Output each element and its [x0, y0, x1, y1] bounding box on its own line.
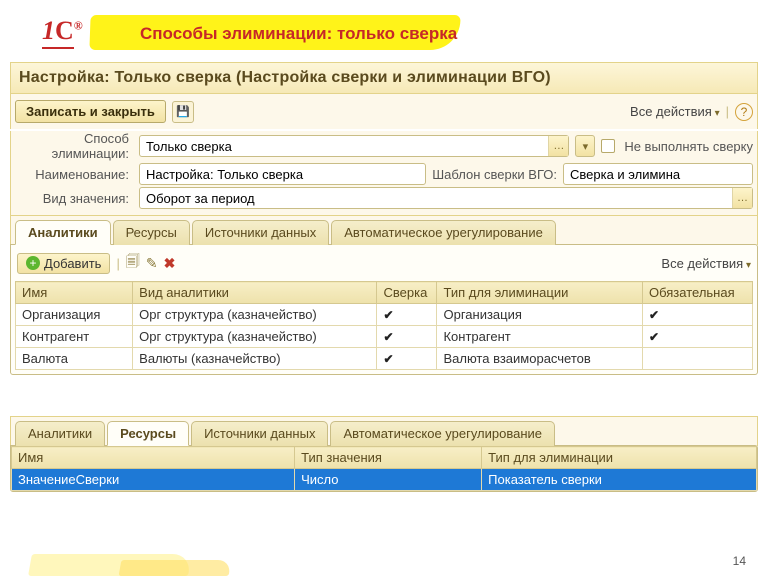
no-reconcile-label: Не выполнять сверку: [624, 139, 753, 154]
elim-method-select-button[interactable]: …: [548, 136, 568, 156]
tab-auto-settlement[interactable]: Автоматическое урегулирование: [331, 220, 556, 245]
analytics-table: Имя Вид аналитики Сверка Тип для элимина…: [15, 281, 753, 370]
tab-analytics[interactable]: Аналитики: [15, 220, 111, 245]
col-analytics-kind[interactable]: Вид аналитики: [133, 282, 377, 304]
resources-table: Имя Тип значения Тип для элиминации Знач…: [11, 446, 757, 491]
help-button[interactable]: ?: [735, 103, 753, 121]
table-row-selected[interactable]: ЗначениеСверки Число Показатель сверки: [12, 469, 757, 491]
clear-icon[interactable]: ▾: [575, 135, 595, 157]
col2-value-type[interactable]: Тип значения: [295, 447, 482, 469]
add-button[interactable]: + Добавить: [17, 253, 110, 274]
tab2-resources[interactable]: Ресурсы: [107, 421, 189, 446]
table-row[interactable]: Валюта Валюты (казначейство) ✔ Валюта вз…: [16, 348, 753, 370]
value-kind-select-button[interactable]: …: [732, 188, 752, 208]
col-required[interactable]: Обязательная: [643, 282, 753, 304]
tab2-data-sources[interactable]: Источники данных: [191, 421, 328, 446]
no-reconcile-checkbox[interactable]: [601, 139, 615, 153]
tab-data-sources[interactable]: Источники данных: [192, 220, 329, 245]
all-actions-dropdown[interactable]: Все действия: [630, 104, 720, 119]
tab-resources[interactable]: Ресурсы: [113, 220, 190, 245]
slide-title: Способы элиминации: только сверка: [140, 24, 457, 44]
page-number: 14: [733, 554, 746, 568]
template-label: Шаблон сверки ВГО:: [432, 167, 557, 182]
tab2-auto-settlement[interactable]: Автоматическое урегулирование: [330, 421, 555, 446]
col-name[interactable]: Имя: [16, 282, 133, 304]
value-kind-label: Вид значения:: [15, 191, 133, 206]
table-row[interactable]: Контрагент Орг структура (казначейство) …: [16, 326, 753, 348]
template-input[interactable]: [564, 165, 752, 184]
delete-icon[interactable]: ✖: [164, 255, 176, 272]
elim-method-label: Способ элиминации:: [15, 131, 133, 161]
save-icon-button[interactable]: 💾: [172, 101, 194, 123]
col-type-elim[interactable]: Тип для элиминации: [437, 282, 643, 304]
edit-icon[interactable]: ✎: [146, 255, 158, 272]
save-and-close-button[interactable]: Записать и закрыть: [15, 100, 166, 123]
name-input[interactable]: [140, 165, 425, 184]
add-button-label: Добавить: [44, 256, 101, 271]
col-reconcile[interactable]: Сверка: [377, 282, 437, 304]
table-row[interactable]: Организация Орг структура (казначейство)…: [16, 304, 753, 326]
name-label: Наименование:: [15, 167, 133, 182]
copy-icon[interactable]: 🗐: [126, 251, 140, 275]
plus-icon: +: [26, 256, 40, 270]
value-kind-input[interactable]: [140, 189, 732, 208]
col2-type-elim[interactable]: Тип для элиминации: [482, 447, 757, 469]
tab2-analytics[interactable]: Аналитики: [15, 421, 105, 446]
logo-1c: 1C®: [42, 16, 83, 49]
col2-name[interactable]: Имя: [12, 447, 295, 469]
grid-all-actions-dropdown[interactable]: Все действия: [661, 256, 751, 271]
elim-method-input[interactable]: [140, 137, 548, 156]
form-title: Настройка: Только сверка (Настройка свер…: [10, 62, 758, 94]
